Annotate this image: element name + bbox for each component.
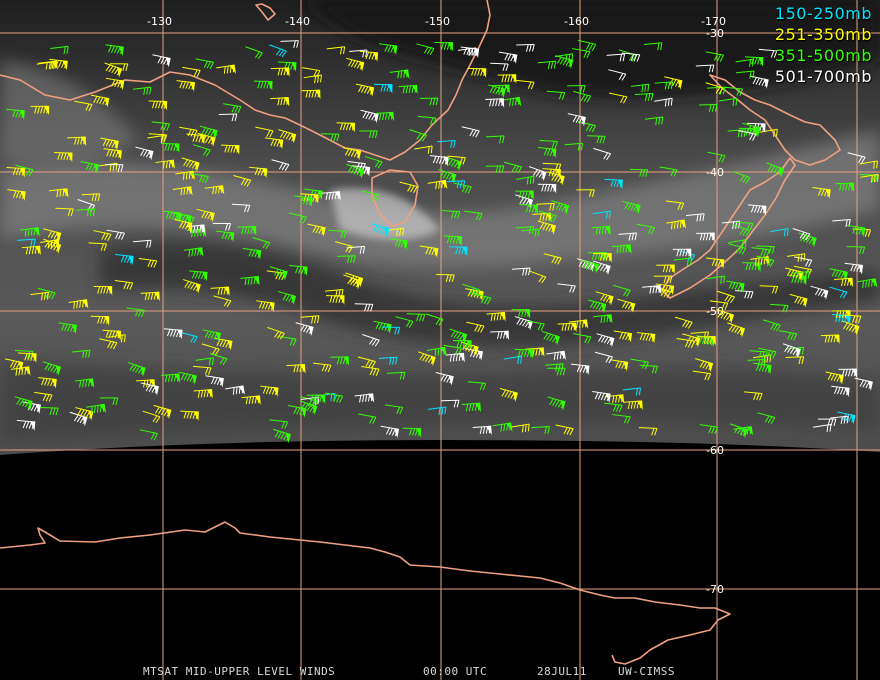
lon-label: -140	[285, 15, 310, 28]
satellite-imagery	[0, 0, 880, 680]
lat-label: -60	[706, 444, 724, 457]
pressure-legend: 150-250mb 251-350mb 351-500mb 501-700mb	[775, 3, 872, 87]
source-credit: UW-CIMSS	[618, 665, 675, 678]
time-stamp: 00:00 UTC	[423, 665, 488, 678]
image-footer: MTSAT MID-UPPER LEVEL WINDS 00:00 UTC 28…	[0, 665, 880, 679]
lat-label: -70	[706, 583, 724, 596]
lon-label: -150	[425, 15, 450, 28]
product-title: MTSAT MID-UPPER LEVEL WINDS	[143, 665, 336, 678]
lon-label: -160	[564, 15, 589, 28]
date-stamp: 28JUL11	[537, 665, 587, 678]
lat-label: -40	[706, 166, 724, 179]
legend-item-501-700mb: 501-700mb	[774, 67, 872, 86]
satellite-wind-map: -130 -140 -150 -160 -170 -30 -40 -50 -60…	[0, 0, 880, 680]
legend-item-150-250mb: 150-250mb	[774, 4, 872, 23]
lon-label: -130	[147, 15, 172, 28]
legend-item-351-500mb: 351-500mb	[774, 46, 872, 65]
legend-item-251-350mb: 251-350mb	[774, 25, 872, 44]
lat-label: -30	[706, 27, 724, 40]
